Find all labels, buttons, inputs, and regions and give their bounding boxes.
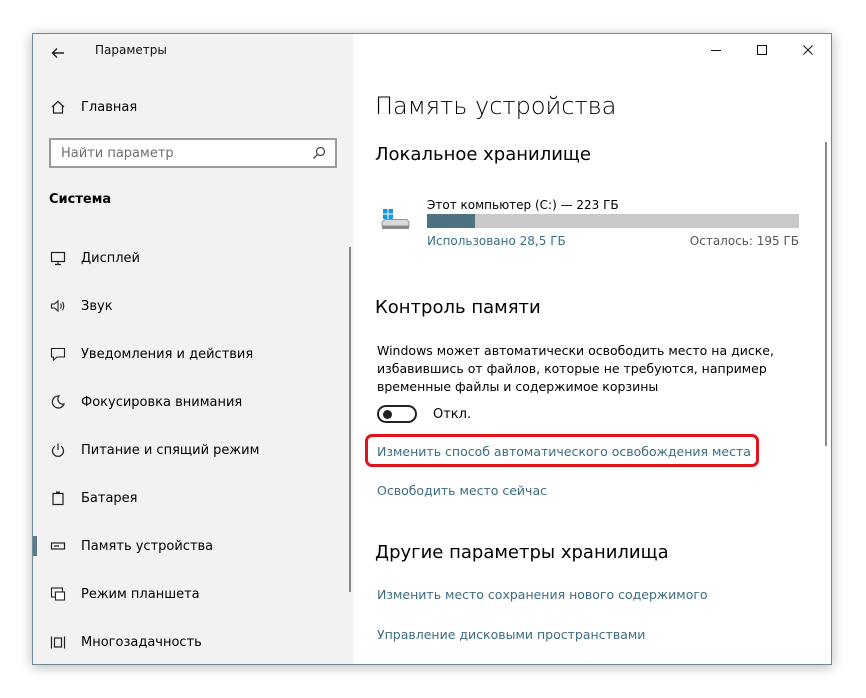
sidebar-item-label: Дисплей: [81, 250, 141, 266]
toggle-knob: [383, 410, 392, 419]
page-title: Память устройства: [375, 92, 617, 120]
home-label: Главная: [81, 99, 138, 115]
settings-window: Параметры Главная Система Дисплей: [32, 33, 832, 665]
storage-sense-heading: Контроль памяти: [375, 297, 541, 318]
battery-icon: [49, 490, 67, 506]
title-bar-buttons: [693, 34, 831, 66]
sidebar-item-storage[interactable]: Память устройства: [33, 522, 347, 570]
toggle-state-label: Откл.: [433, 407, 472, 422]
multitasking-icon: [49, 634, 67, 650]
sidebar-scrollbar[interactable]: [349, 247, 351, 592]
sidebar-item-label: Уведомления и действия: [81, 346, 254, 362]
used-space-label: Использовано 28,5 ГБ: [427, 234, 566, 248]
section-heading: Система: [49, 192, 112, 207]
change-cleanup-link[interactable]: Изменить способ автоматического освобожд…: [377, 444, 751, 459]
sidebar-item-label: Звук: [81, 298, 113, 314]
search-box[interactable]: [49, 138, 337, 168]
free-space-now-link[interactable]: Освободить место сейчас: [377, 483, 547, 498]
storage-usage-bar: [427, 214, 799, 228]
sidebar-item-notifications[interactable]: Уведомления и действия: [33, 330, 347, 378]
storage-icon: [49, 538, 67, 554]
minimize-button[interactable]: [693, 34, 739, 66]
tablet-mode-icon: [49, 586, 67, 602]
content-scrollbar[interactable]: [825, 142, 827, 446]
other-storage-heading: Другие параметры хранилища: [375, 542, 669, 563]
change-save-location-link[interactable]: Изменить место сохранения нового содержи…: [377, 587, 708, 602]
monitor-icon: [49, 250, 67, 266]
close-button[interactable]: [785, 34, 831, 66]
search-icon[interactable]: [311, 146, 327, 160]
sidebar-item-multitasking[interactable]: Многозадачность: [33, 618, 347, 664]
sidebar-item-power[interactable]: Питание и спящий режим: [33, 426, 347, 474]
message-icon: [49, 346, 67, 362]
content-pane: Память устройства Локальное хранилище Эт…: [353, 34, 831, 664]
sidebar-item-label: Память устройства: [81, 538, 214, 554]
sidebar-nav: Дисплей Звук Уведомления и действия Фоку…: [33, 234, 347, 664]
speaker-icon: [49, 298, 67, 314]
free-space-label: Осталось: 195 ГБ: [689, 234, 799, 248]
local-storage-heading: Локальное хранилище: [375, 144, 591, 165]
sidebar-item-battery[interactable]: Батарея: [33, 474, 347, 522]
sidebar: Параметры Главная Система Дисплей: [33, 34, 353, 664]
sidebar-item-sound[interactable]: Звук: [33, 282, 347, 330]
sidebar-item-tablet-mode[interactable]: Режим планшета: [33, 570, 347, 618]
back-arrow-icon: [51, 48, 64, 58]
sidebar-item-label: Батарея: [81, 490, 138, 506]
power-icon: [49, 442, 67, 458]
back-button[interactable]: [43, 40, 73, 66]
home-icon: [49, 99, 67, 115]
maximize-button[interactable]: [739, 34, 785, 66]
drive-icon: [381, 208, 411, 236]
close-icon: [803, 45, 813, 55]
moon-icon: [49, 394, 67, 410]
sidebar-item-home[interactable]: Главная: [49, 96, 137, 118]
sidebar-item-label: Многозадачность: [81, 634, 202, 650]
app-title: Параметры: [95, 43, 167, 57]
drive-name[interactable]: Этот компьютер (C:) — 223 ГБ: [427, 198, 619, 212]
maximize-icon: [757, 45, 767, 55]
search-input[interactable]: [61, 145, 311, 161]
minimize-icon: [711, 50, 721, 51]
sidebar-item-display[interactable]: Дисплей: [33, 234, 347, 282]
storage-sense-description: Windows может автоматически освободить м…: [377, 343, 774, 394]
sidebar-item-label: Режим планшета: [81, 586, 200, 602]
sidebar-item-label: Фокусировка внимания: [81, 394, 243, 410]
storage-sense-toggle[interactable]: [377, 405, 417, 423]
sidebar-item-label: Питание и спящий режим: [81, 442, 260, 458]
storage-usage-fill: [427, 214, 475, 228]
sidebar-item-focus-assist[interactable]: Фокусировка внимания: [33, 378, 347, 426]
manage-storage-spaces-link[interactable]: Управление дисковыми пространствами: [377, 627, 645, 642]
